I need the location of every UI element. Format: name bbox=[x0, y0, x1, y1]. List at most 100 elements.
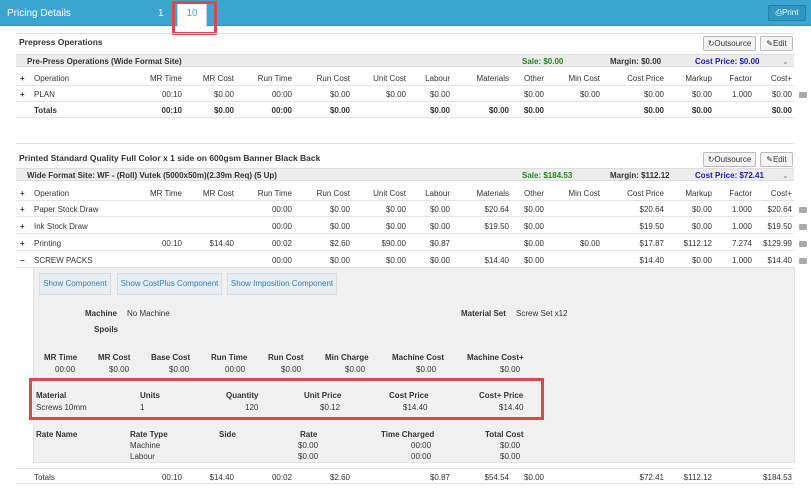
machine-value: No Machine bbox=[127, 309, 170, 318]
cell-operation: Paper Stock Draw bbox=[34, 205, 99, 214]
col-markup: Markup bbox=[685, 189, 712, 198]
comment-icon[interactable] bbox=[799, 207, 807, 213]
chevron-down-icon[interactable]: ⌄ bbox=[782, 171, 789, 180]
table-row[interactable]: − SCREW PACKS 00:00 $0.00 $0.00 $0.00 $1… bbox=[16, 252, 794, 268]
totals-row: Totals 00:10 $14.40 00:02 $2.60 $0.87 $5… bbox=[16, 468, 794, 484]
machine-label: Machine bbox=[85, 309, 118, 318]
table-row[interactable]: + Paper Stock Draw 00:00 $0.00 $0.00 $0.… bbox=[16, 201, 794, 217]
cell: 7.274 bbox=[731, 239, 752, 248]
cell: $129.99 bbox=[763, 239, 792, 248]
cost-price-value: Cost Price: $0.00 bbox=[695, 57, 760, 66]
show-costplus-component-button[interactable]: Show CostPlus Component bbox=[117, 273, 222, 295]
outsource-button[interactable]: ↻Outsource bbox=[703, 36, 756, 51]
cell: 00:00 bbox=[55, 365, 76, 374]
cell: $72.41 bbox=[639, 473, 664, 482]
cell: $14.40 bbox=[484, 256, 509, 265]
tab-10[interactable]: 10 bbox=[177, 3, 207, 27]
cell: 00:10 bbox=[161, 239, 182, 248]
col-run-time: Run Time bbox=[257, 74, 292, 83]
cell: $0.00 bbox=[643, 90, 664, 99]
th-units: Units bbox=[140, 391, 160, 400]
table-header: + Operation MR Time MR Cost Run Time Run… bbox=[16, 70, 794, 86]
cell: $0.00 bbox=[523, 222, 544, 231]
col-run-cost: Run Cost bbox=[316, 189, 350, 198]
plus-icon[interactable]: + bbox=[20, 239, 25, 248]
site-bar-product[interactable]: Wide Format Site: WF - (Roll) Vutek (500… bbox=[16, 168, 794, 181]
prepress-title: Prepress Operations bbox=[19, 37, 103, 47]
cell: 00:10 bbox=[161, 90, 182, 99]
cell: 1.000 bbox=[731, 205, 752, 214]
cell: 00:00 bbox=[271, 205, 292, 214]
col-cost-plus: Cost+ bbox=[770, 74, 792, 83]
product-title: Printed Standard Quality Full Color x 1 … bbox=[19, 153, 321, 163]
th-cost-price: Cost Price bbox=[389, 391, 429, 400]
plus-icon[interactable]: + bbox=[20, 222, 25, 231]
cell: $0.00 bbox=[281, 365, 302, 374]
tab-1[interactable]: 1 bbox=[158, 8, 164, 19]
th-machine-cost-plus: Machine Cost+ bbox=[467, 353, 524, 362]
comment-icon[interactable] bbox=[799, 258, 807, 264]
edit-button[interactable]: ✎Edit bbox=[760, 36, 793, 51]
cell-operation: PLAN bbox=[34, 90, 55, 99]
th-mr-time: MR Time bbox=[44, 353, 78, 362]
th-side: Side bbox=[219, 430, 236, 439]
cell: $0.00 bbox=[771, 90, 792, 99]
cell: $0.00 bbox=[429, 222, 450, 231]
chevron-down-icon[interactable]: ⌄ bbox=[782, 57, 789, 66]
divider bbox=[16, 143, 794, 144]
cell: $0.00 bbox=[298, 441, 319, 450]
cell: $0.00 bbox=[429, 106, 450, 115]
cell: $0.00 bbox=[416, 365, 437, 374]
cell: $0.00 bbox=[213, 106, 234, 115]
comment-icon[interactable] bbox=[799, 224, 807, 230]
plus-icon[interactable]: + bbox=[20, 205, 25, 214]
col-labour: Labour bbox=[425, 189, 450, 198]
edit-button[interactable]: ✎Edit bbox=[760, 152, 793, 167]
pricing-header: Pricing Details 1 10 ⎙Print bbox=[0, 0, 811, 27]
cell: $14.40 bbox=[403, 403, 428, 412]
cell: 1.000 bbox=[731, 90, 752, 99]
cell-operation: Ink Stock Draw bbox=[34, 222, 88, 231]
page-title: Pricing Details bbox=[7, 8, 71, 19]
col-unit-cost: Unit Cost bbox=[373, 189, 406, 198]
col-run-cost: Run Cost bbox=[316, 74, 350, 83]
show-imposition-component-button[interactable]: Show Imposition Component bbox=[227, 273, 337, 295]
print-button[interactable]: ⎙Print bbox=[768, 5, 806, 21]
cell: $0.00 bbox=[579, 90, 600, 99]
table-row[interactable]: + Printing 00:10 $14.40 00:02 $2.60 $90.… bbox=[16, 235, 794, 251]
comment-icon[interactable] bbox=[799, 92, 807, 98]
table-row[interactable]: + Ink Stock Draw 00:00 $0.00 $0.00 $0.00… bbox=[16, 218, 794, 234]
cell: $19.50 bbox=[767, 222, 792, 231]
col-other: Other bbox=[523, 74, 544, 83]
th-total-cost: Total Cost bbox=[485, 430, 524, 439]
show-component-button[interactable]: Show Component bbox=[39, 273, 111, 295]
site-bar-prepress[interactable]: Pre-Press Operations (Wide Format Site) … bbox=[16, 54, 794, 67]
cell: $14.40 bbox=[209, 239, 234, 248]
site-name: Wide Format Site: WF - (Roll) Vutek (500… bbox=[27, 171, 277, 180]
sale-value: Sale: $184.53 bbox=[522, 171, 573, 180]
cell: $0.00 bbox=[643, 106, 664, 115]
spoils-label: Spoils bbox=[94, 325, 119, 334]
table-row[interactable]: + PLAN 00:10 $0.00 00:00 $0.00 $0.00 $0.… bbox=[16, 86, 794, 102]
cell: 00:10 bbox=[161, 473, 182, 482]
cell: $0.00 bbox=[523, 256, 544, 265]
site-name: Pre-Press Operations (Wide Format Site) bbox=[27, 57, 182, 66]
divider bbox=[16, 33, 794, 34]
outsource-button[interactable]: ↻Outsource bbox=[703, 152, 756, 167]
col-mr-cost: MR Cost bbox=[202, 74, 234, 83]
minus-icon[interactable]: − bbox=[20, 256, 25, 265]
cell: $0.00 bbox=[109, 365, 130, 374]
th-base-cost: Base Cost bbox=[151, 353, 191, 362]
col-operation: Operation bbox=[34, 189, 70, 198]
cell: 00:00 bbox=[271, 106, 292, 115]
totals-row: Totals 00:10 $0.00 00:00 $0.00 $0.00 $0.… bbox=[16, 102, 794, 118]
comment-icon[interactable] bbox=[799, 241, 807, 247]
cell: $0.12 bbox=[320, 403, 341, 412]
cell: $0.00 bbox=[691, 106, 712, 115]
cell: $17.87 bbox=[639, 239, 664, 248]
cell: $0.00 bbox=[429, 205, 450, 214]
plus-icon[interactable]: + bbox=[20, 90, 25, 99]
cell: $0.00 bbox=[579, 239, 600, 248]
cell: 00:00 bbox=[411, 452, 432, 461]
cell: $20.64 bbox=[484, 205, 509, 214]
